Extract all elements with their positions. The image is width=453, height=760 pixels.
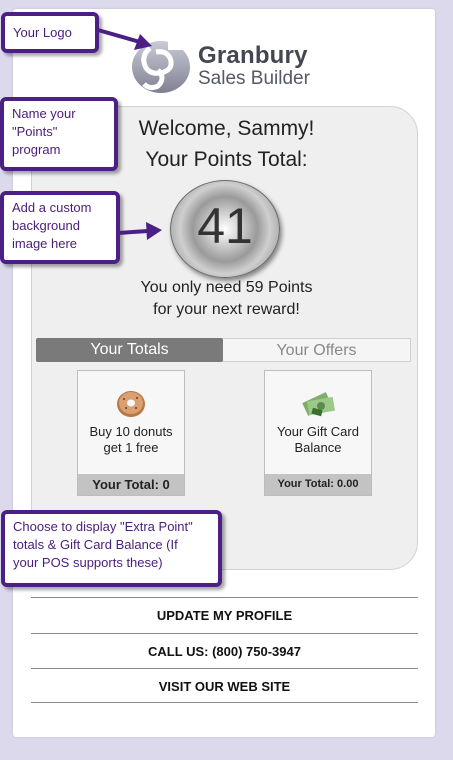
callout-extra-line3: your POS supports these) — [13, 555, 163, 570]
gift-card-total: Your Total: 0.00 — [265, 474, 371, 495]
callout-background-line2: background — [12, 218, 80, 233]
callout-program: Name your "Points" program — [0, 97, 118, 171]
callout-background: Add a custom background image here — [0, 191, 120, 264]
gift-card-line1: Your Gift Card — [277, 424, 359, 439]
tab-your-offers[interactable]: Your Offers — [223, 338, 411, 362]
points-needed-text: You only need 59 Points — [140, 279, 313, 296]
callout-program-line3: program — [12, 142, 61, 157]
callout-logo-text: Your Logo — [13, 25, 72, 40]
callout-extra-points: Choose to display "Extra Point" totals &… — [1, 510, 222, 587]
logo-subtitle: Sales Builder — [198, 68, 310, 89]
callout-program-line2: "Points" — [12, 124, 58, 139]
callout-program-line1: Name your — [12, 106, 76, 121]
callout-background-line1: Add a custom — [12, 200, 92, 215]
call-us-link[interactable]: CALL US: (800) 750-3947 — [31, 633, 418, 668]
callout-background-arrow-icon — [118, 222, 162, 240]
tab-your-totals[interactable]: Your Totals — [36, 338, 223, 362]
points-needed-subtext: for your next reward! — [153, 301, 300, 318]
donut-offer-line2: get 1 free — [103, 440, 159, 455]
callout-background-line3: image here — [12, 236, 78, 251]
logo: Granbury Sales Builder — [130, 38, 330, 94]
donut-offer-box: Buy 10 donuts get 1 free Your Total: 0 — [77, 370, 185, 496]
gift-card-text: Your Gift Card Balance — [265, 424, 371, 456]
callout-extra-line2: totals & Gift Card Balance (If — [13, 537, 178, 552]
donut-total: Your Total: 0 — [78, 474, 184, 495]
callout-extra-line1: Choose to display "Extra Point" — [13, 519, 193, 534]
callout-logo: Your Logo — [1, 12, 99, 53]
gift-card-line2: Balance — [294, 440, 342, 455]
donut-offer-text: Buy 10 donuts get 1 free — [78, 424, 184, 456]
gift-card-money-icon — [302, 392, 336, 417]
logo-name: Granbury — [198, 42, 308, 69]
points-value: 41 — [197, 198, 253, 254]
visit-website-link[interactable]: VISIT OUR WEB SITE — [31, 668, 418, 703]
donut-offer-line1: Buy 10 donuts — [89, 424, 173, 439]
callout-logo-arrow-icon — [97, 28, 152, 50]
update-profile-link[interactable]: UPDATE MY PROFILE — [31, 597, 418, 632]
points-badge: 41 — [170, 180, 280, 278]
gift-card-box: Your Gift Card Balance Your Total: 0.00 — [264, 370, 372, 496]
donut-icon — [117, 391, 145, 417]
